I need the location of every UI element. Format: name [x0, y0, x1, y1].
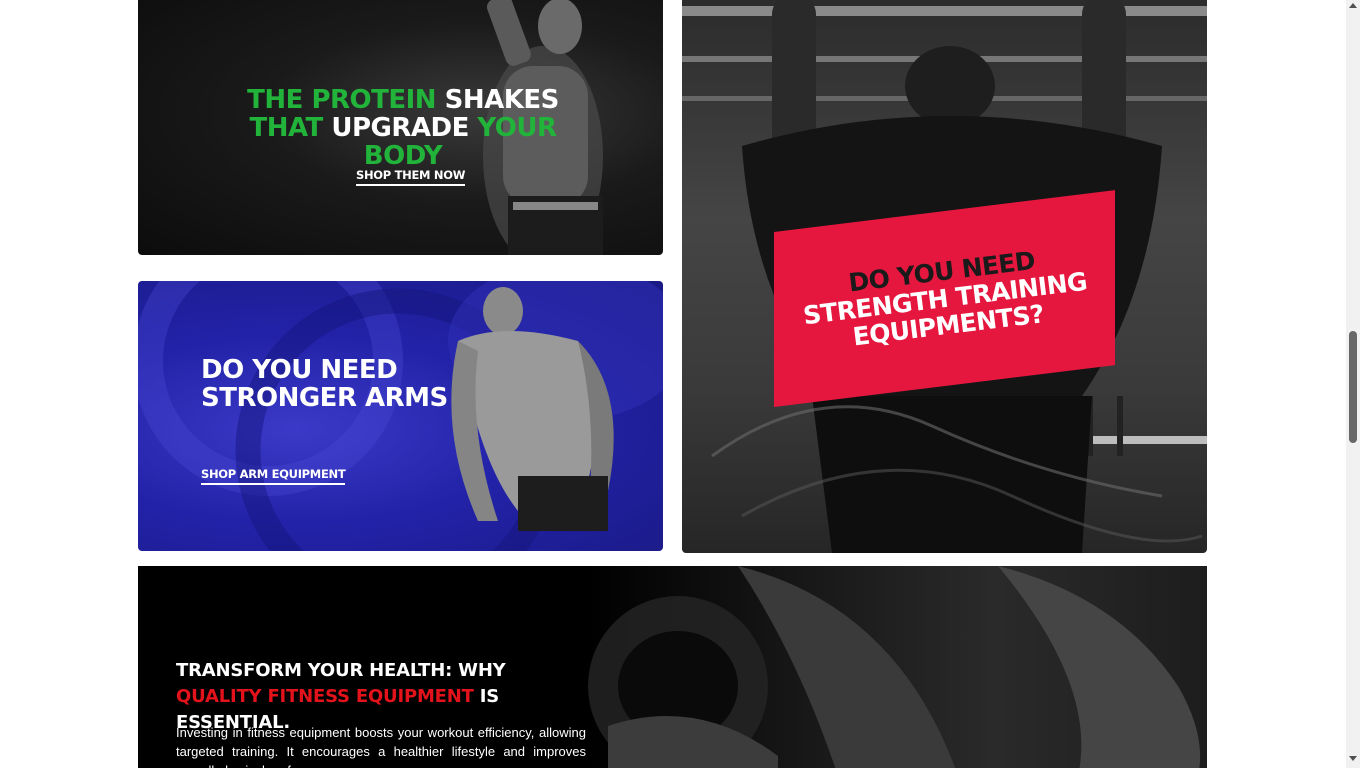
transform-health-section: TRANSFORM YOUR HEALTH: WHY QUALITY FITNE…: [138, 566, 1207, 768]
headline-green-1: THE PROTEIN: [247, 85, 437, 115]
heading-white-1: TRANSFORM YOUR HEALTH: WHY: [176, 660, 506, 681]
arms-headline-line-2: STRONGER ARMS: [201, 383, 448, 413]
headline-white-2: UPGRADE: [322, 113, 478, 143]
page-scrollbar[interactable]: [1346, 0, 1360, 768]
arms-headline: DO YOU NEED STRONGER ARMS: [201, 356, 448, 412]
heading-red: QUALITY FITNESS EQUIPMENT: [176, 686, 474, 707]
scrollbar-thumb[interactable]: [1349, 331, 1357, 443]
headline-white-1: SHAKES: [436, 85, 560, 115]
shop-arm-equipment-link[interactable]: SHOP ARM EQUIPMENT: [201, 467, 346, 485]
strength-training-banner[interactable]: DO YOU NEED STRENGTH TRAINING EQUIPMENTS…: [682, 0, 1207, 553]
page: THE PROTEIN SHAKES THAT UPGRADE YOUR BOD…: [0, 0, 1346, 768]
stronger-arms-banner[interactable]: DO YOU NEED STRONGER ARMS SHOP ARM EQUIP…: [138, 281, 663, 551]
protein-headline: THE PROTEIN SHAKES THAT UPGRADE YOUR BOD…: [238, 86, 568, 170]
bodybuilder-image: [451, 287, 614, 531]
protein-shakes-banner[interactable]: THE PROTEIN SHAKES THAT UPGRADE YOUR BOD…: [138, 0, 663, 255]
shop-them-now-link[interactable]: SHOP THEM NOW: [356, 168, 465, 186]
triangle-up-icon[interactable]: [1349, 3, 1357, 8]
headline-green-2: THAT: [249, 113, 323, 143]
transform-body-text: Investing in fitness equipment boosts yo…: [176, 725, 586, 768]
triangle-down-icon[interactable]: [1349, 756, 1357, 761]
arms-headline-line-1: DO YOU NEED: [201, 355, 398, 385]
